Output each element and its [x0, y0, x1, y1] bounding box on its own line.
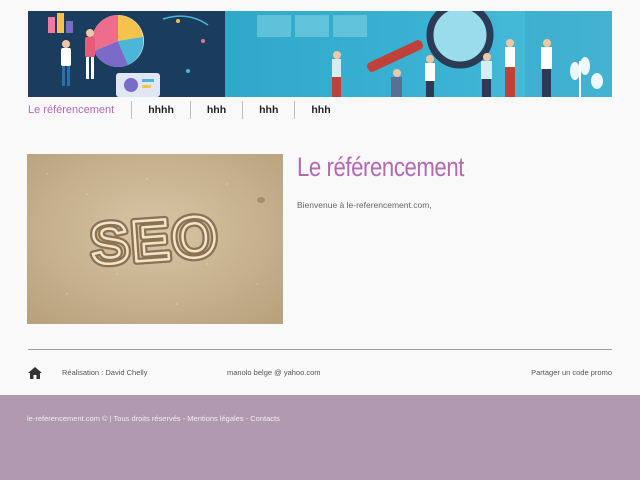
- footer-row: Réalisation : David Chelly manolo belge …: [28, 365, 612, 381]
- nav-item-hhh-2[interactable]: hhh: [242, 101, 294, 119]
- copyright-text: le-referencement.com © | Tous droits rés…: [27, 414, 280, 423]
- nav-item-hhh-3[interactable]: hhh: [294, 101, 346, 119]
- footer-divider: [28, 349, 612, 350]
- header-banner: [28, 11, 612, 97]
- banner-illustration-left: [28, 11, 225, 97]
- banner-illustration-right: [225, 11, 612, 97]
- seo-sand-image: SEO SEO: [27, 154, 283, 324]
- home-icon[interactable]: [28, 367, 42, 379]
- nav-item-hhhh[interactable]: hhhh: [131, 101, 190, 119]
- bottom-bar: le-referencement.com © | Tous droits rés…: [0, 395, 640, 480]
- page-title: Le référencement: [297, 152, 464, 182]
- seo-sand-text-highlight: SEO: [88, 204, 221, 278]
- realisation-text: Réalisation : David Chelly: [62, 368, 148, 377]
- nav-item-referencement[interactable]: Le référencement: [28, 101, 131, 119]
- share-promo-link[interactable]: Partager un code promo: [531, 368, 612, 377]
- intro-text: Bienvenue à le-referencement.com,: [297, 200, 432, 210]
- main-nav: Le référencement hhhh hhh hhh hhh: [28, 100, 347, 120]
- nav-item-hhh-1[interactable]: hhh: [189, 101, 242, 119]
- analytics-illustration: [48, 13, 209, 97]
- contact-email-link[interactable]: manolo belge @ yahoo.com: [227, 368, 321, 377]
- team-magnifier-illustration: [257, 11, 612, 97]
